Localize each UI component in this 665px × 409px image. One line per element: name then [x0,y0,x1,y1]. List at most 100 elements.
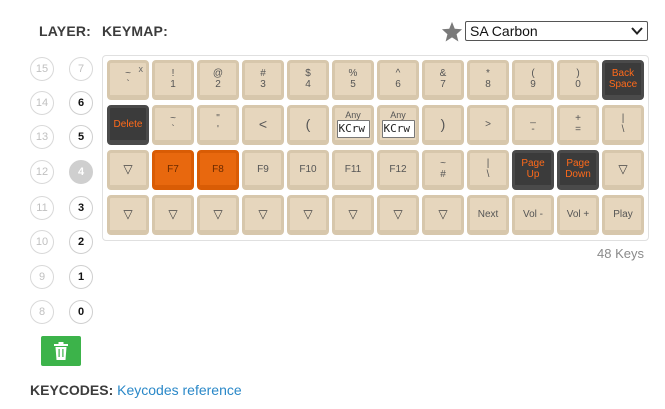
star-icon[interactable] [441,21,463,42]
layer-button-11[interactable]: 11 [30,196,54,220]
key-legend-bottom: Down [565,169,591,180]
key-equals[interactable]: + = [557,105,599,145]
layer-button-5[interactable]: 5 [69,125,93,149]
key-nonus-hash[interactable]: ~ # [422,150,464,190]
key-1[interactable]: ! 1 [152,60,194,100]
key-less-than[interactable]: < [242,105,284,145]
key-right-paren[interactable]: ) [422,105,464,145]
key-greater-than[interactable]: > [467,105,509,145]
key-legend-top: ^ [395,68,401,79]
key-legend-top: $ [305,68,311,79]
key-legend-bottom: 9 [530,79,536,90]
key-0[interactable]: ) 0 [557,60,599,100]
key-legend-bottom: 0 [575,79,581,90]
key-legend-top: | [486,158,490,169]
transparent-icon: ▽ [348,206,358,221]
transparent-icon: ▽ [618,161,628,176]
key-any-2[interactable]: Any KCrw [377,105,419,145]
key-3[interactable]: #3 [242,60,284,100]
key-legend-top: ( [531,68,535,79]
key-nonus-backslash[interactable]: | \ [467,150,509,190]
remove-key-icon[interactable]: x [139,64,144,75]
key-f11[interactable]: F11 [332,150,374,190]
key-transparent[interactable]: ▽ [152,195,194,235]
key-transparent[interactable]: ▽ [242,195,284,235]
key-media-play[interactable]: Play [602,195,644,235]
key-f7[interactable]: F7 [152,150,194,190]
key-2[interactable]: @2 [197,60,239,100]
transparent-icon: ▽ [123,161,133,176]
key-tilde[interactable]: ~ ` [152,105,194,145]
transparent-icon: ▽ [258,206,268,221]
key-legend-bottom: Up [526,169,540,180]
key-backspace[interactable]: Back Space [602,60,644,100]
key-transparent[interactable]: ▽ [422,195,464,235]
layer-button-14[interactable]: 14 [30,91,54,115]
key-f9[interactable]: F9 [242,150,284,190]
key-transparent[interactable]: ▽ [602,150,644,190]
key-backslash[interactable]: | \ [602,105,644,145]
layer-button-2[interactable]: 2 [69,230,93,254]
key-8[interactable]: * 8 [467,60,509,100]
key-transparent[interactable]: ▽ [332,195,374,235]
key-f8[interactable]: F8 [197,150,239,190]
layer-button-15[interactable]: 15 [30,57,54,81]
key-legend: > [485,118,491,130]
layer-button-6[interactable]: 6 [69,91,93,115]
key-volume-up[interactable]: Vol + [557,195,599,235]
key-legend-top: Page [566,158,590,169]
key-media-next[interactable]: Next [467,195,509,235]
key-f12[interactable]: F12 [377,150,419,190]
layer-button-4-active[interactable]: 4 [69,160,93,184]
key-7[interactable]: & 7 [422,60,464,100]
key-legend-top: @ [212,68,224,79]
key-page-down[interactable]: Page Down [557,150,599,190]
key-legend: ) [440,116,446,132]
key-volume-down[interactable]: Vol - [512,195,554,235]
key-6[interactable]: ^ 6 [377,60,419,100]
key-9[interactable]: (9 [512,60,554,100]
key-legend-top: Back [611,68,635,79]
key-legend: F9 [257,163,269,175]
key-page-up[interactable]: Page Up [512,150,554,190]
key-legend-bottom: 4 [305,79,311,90]
key-legend-bottom: 6 [395,79,401,90]
key-5[interactable]: % 5 [332,60,374,100]
key-transparent[interactable]: ▽ [107,195,149,235]
key-grave[interactable]: x ~ ` [107,60,149,100]
key-legend-bottom: 1 [170,79,176,90]
keymap-heading: KEYMAP: [102,23,168,39]
layer-button-3[interactable]: 3 [69,196,93,220]
key-f10[interactable]: F10 [287,150,329,190]
key-4[interactable]: $4 [287,60,329,100]
layer-button-7[interactable]: 7 [69,57,93,81]
transparent-icon: ▽ [123,206,133,221]
key-legend-bottom: Space [608,79,638,90]
key-left-paren[interactable]: ( [287,105,329,145]
layer-button-8[interactable]: 8 [30,300,54,324]
layer-button-0[interactable]: 0 [69,300,93,324]
layer-button-1[interactable]: 1 [69,265,93,289]
key-legend-top: Page [521,158,545,169]
keycodes-reference-link[interactable]: Keycodes reference [117,382,242,398]
key-delete[interactable]: Delete [107,105,149,145]
select-value: SA Carbon [470,23,538,39]
key-any-1[interactable]: Any KCrw [332,105,374,145]
key-transparent[interactable]: ▽ [107,150,149,190]
layer-button-13[interactable]: 13 [30,125,54,149]
keycodes-footer: KEYCODES: Keycodes reference [30,382,242,398]
any-keycode-input[interactable]: KCrw [336,120,370,138]
transparent-icon: ▽ [393,206,403,221]
key-minus[interactable]: _ - [512,105,554,145]
any-keycode-input[interactable]: KCrw [381,120,415,138]
layer-button-9[interactable]: 9 [30,265,54,289]
key-transparent[interactable]: ▽ [197,195,239,235]
layer-button-12[interactable]: 12 [30,160,54,184]
keycap-theme-select[interactable]: SA Carbon [465,21,648,41]
key-quote[interactable]: " ' [197,105,239,145]
clear-layer-button[interactable] [41,336,81,366]
key-transparent[interactable]: ▽ [377,195,419,235]
layer-button-10[interactable]: 10 [30,230,54,254]
key-transparent[interactable]: ▽ [287,195,329,235]
key-legend: F12 [389,163,407,175]
